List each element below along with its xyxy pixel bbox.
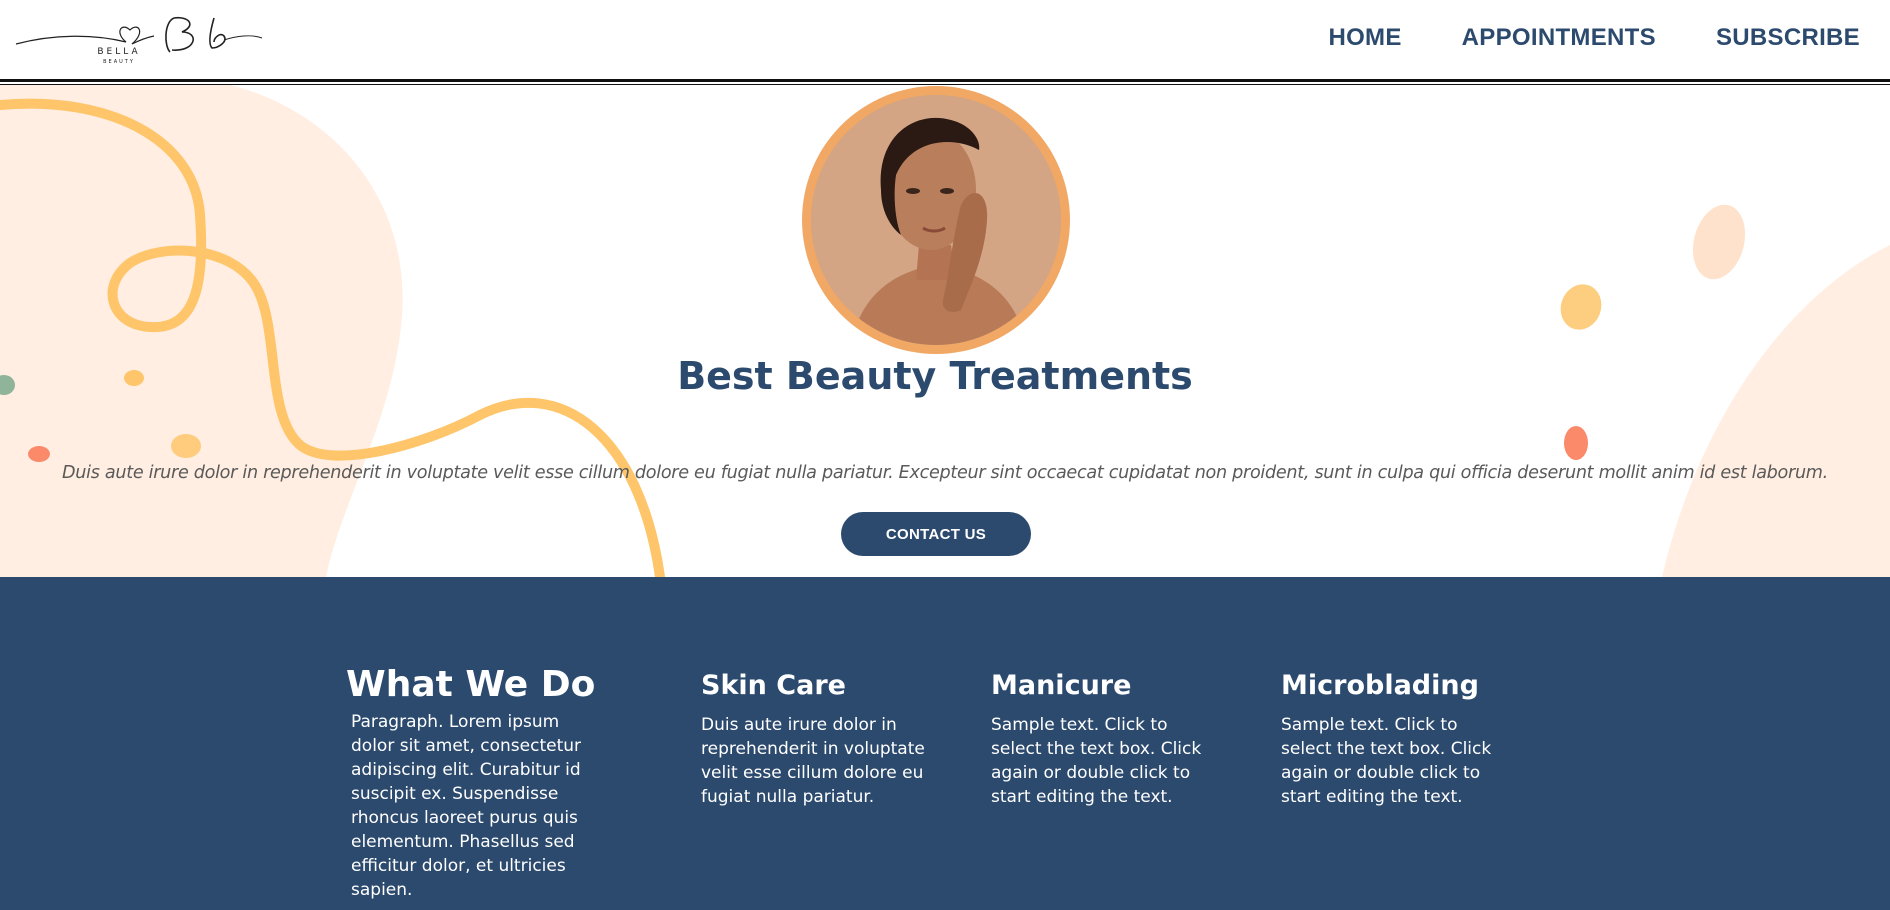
main-nav: HOME APPOINTMENTS SUBSCRIBE <box>1328 24 1860 52</box>
service-microblading: Microblading Sample text. Click to selec… <box>1281 669 1511 809</box>
hero-section: Best Beauty Treatments Duis aute irure d… <box>0 85 1890 577</box>
coral-dot-right <box>1564 426 1588 460</box>
site-header: BELLA BEAUTY HOME APPOINTMENTS SUBSCRIBE <box>0 0 1890 80</box>
logo-name: BELLA <box>97 47 141 57</box>
nav-home-link[interactable]: HOME <box>1328 24 1401 52</box>
what-we-do-column: What We Do Paragraph. Lorem ipsum dolor … <box>346 663 616 902</box>
service-text: Sample text. Click to select the text bo… <box>1281 715 1492 807</box>
bella-beauty-logo[interactable]: BELLA BEAUTY <box>14 12 264 72</box>
yellow-dot-right <box>1560 284 1602 330</box>
what-we-do-text: Paragraph. Lorem ipsum dolor sit amet, c… <box>351 712 582 900</box>
hero-title: Best Beauty Treatments <box>677 354 1193 398</box>
services-section: What We Do Paragraph. Lorem ipsum dolor … <box>0 577 1890 910</box>
hero-portrait <box>802 86 1070 354</box>
logo-wordmark: BELLA BEAUTY <box>84 48 154 65</box>
yellow-dot <box>171 434 201 458</box>
what-we-do-heading: What We Do <box>346 664 596 705</box>
contact-us-button[interactable]: CONTACT US <box>841 512 1031 556</box>
logo-tagline: BEAUTY <box>103 59 135 65</box>
service-text: Sample text. Click to select the text bo… <box>991 715 1202 807</box>
portrait-illustration <box>811 95 1061 345</box>
coral-dot-left <box>28 446 50 462</box>
nav-appointments-link[interactable]: APPOINTMENTS <box>1462 24 1656 52</box>
service-skin-care: Skin Care Duis aute irure dolor in repre… <box>701 669 931 809</box>
service-text: Duis aute irure dolor in reprehenderit i… <box>701 715 925 807</box>
small-yellow-dot <box>124 370 144 386</box>
hero-description: Duis aute irure dolor in reprehenderit i… <box>62 463 1828 483</box>
header-divider-thick <box>0 79 1890 82</box>
peach-leaf <box>1692 204 1746 280</box>
portrait-photo <box>811 95 1061 345</box>
service-heading: Skin Care <box>701 670 846 701</box>
right-peach-blob <box>1662 245 1890 577</box>
nav-subscribe-link[interactable]: SUBSCRIBE <box>1716 24 1860 52</box>
service-heading: Microblading <box>1281 670 1479 701</box>
service-heading: Manicure <box>991 670 1132 701</box>
service-manicure: Manicure Sample text. Click to select th… <box>991 669 1221 809</box>
left-peach-blob <box>0 85 403 577</box>
